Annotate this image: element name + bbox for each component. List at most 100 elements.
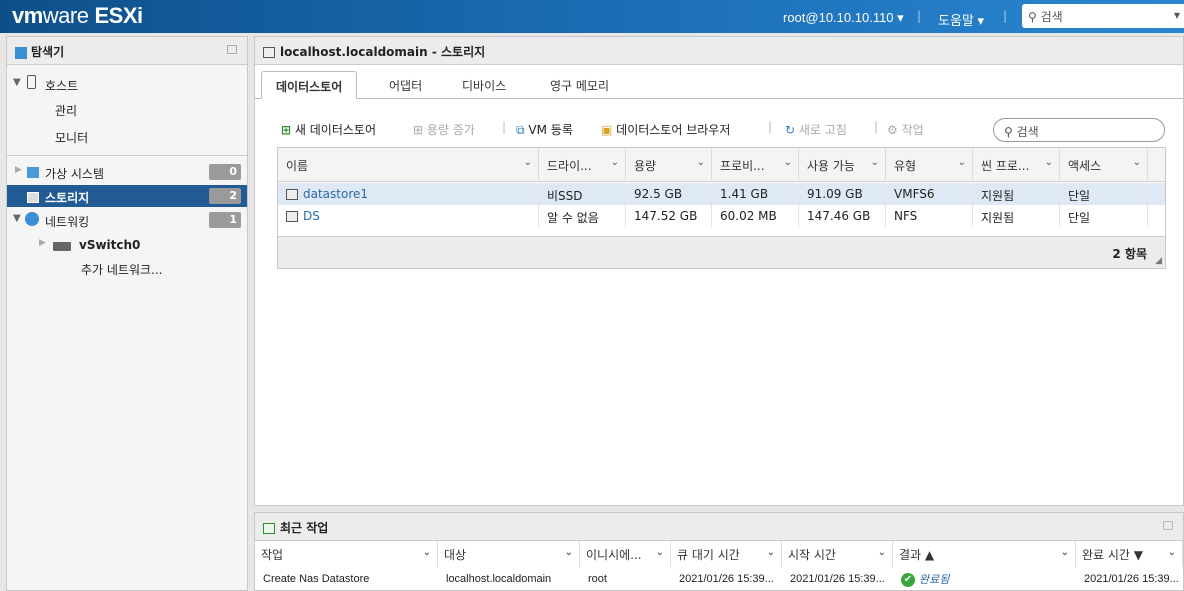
chevron-down-icon[interactable]: ⌄: [1045, 157, 1053, 168]
storage-icon: [263, 45, 280, 59]
chevron-down-icon[interactable]: ⌄: [1168, 547, 1176, 558]
vm-icon: [27, 165, 39, 179]
caret-down-icon: ▾: [897, 10, 904, 25]
increase-capacity-icon: ⊞: [413, 123, 424, 137]
nav-item-manage[interactable]: 관리: [7, 98, 247, 120]
search-icon: ⚲: [1028, 10, 1037, 24]
datastore-browser-button[interactable]: ▣ 데이터스토어 브라우저: [601, 121, 730, 138]
item-count: 2 항목: [1112, 247, 1147, 261]
nav-item-networking[interactable]: ▼ 네트워킹 1: [7, 209, 247, 231]
datastore-name-link[interactable]: DS: [303, 209, 320, 223]
task-column-result[interactable]: 결과 ▲ ⌄: [893, 541, 1076, 567]
navigator-icon: [15, 46, 27, 59]
new-datastore-icon: ⊞: [281, 123, 292, 137]
datastore-table: 이름 ⌄ 드라이... ⌄ 용량 ⌄ 프로비... ⌄ 사용 가능 ⌄ 유형 ⌄ 씬 프로.…: [277, 147, 1166, 269]
actions-button[interactable]: ⚙ 작업: [887, 121, 924, 138]
vmware-esxi-logo: vmware ESXi: [12, 3, 143, 28]
chevron-down-icon[interactable]: ⌄: [878, 547, 886, 558]
network-count-badge: 1: [209, 212, 241, 228]
task-column-queued[interactable]: 큐 대기 시간 ⌄: [671, 541, 782, 567]
column-header-provisioned[interactable]: 프로비... ⌄: [712, 148, 799, 182]
task-column-started[interactable]: 시작 시간 ⌄: [782, 541, 893, 567]
expand-arrow-icon[interactable]: ▶: [39, 238, 46, 248]
column-header-capacity[interactable]: 용량 ⌄: [626, 148, 712, 182]
nav-item-more-networks[interactable]: 추가 네트워크...: [7, 257, 247, 279]
nav-item-vswitch0[interactable]: ▶ vSwitch0: [7, 234, 247, 256]
table-cell: 단일: [1060, 205, 1148, 227]
storage-count-badge: 2: [209, 188, 241, 204]
table-row[interactable]: DS 알 수 없음 147.52 GB 60.02 MB 147.46 GB N…: [278, 205, 1165, 227]
storage-tabs: 데이터스토어 어댑터 디바이스 영구 메모리: [255, 65, 1183, 99]
task-name: Create Nas Datastore: [263, 573, 370, 585]
navigator-header: 탐색기: [7, 37, 247, 65]
chevron-down-icon[interactable]: ⌄: [871, 157, 879, 168]
nav-item-host[interactable]: ▼ 호스트: [7, 73, 247, 95]
task-column-completed[interactable]: 완료 시간 ▼ ⌄: [1076, 541, 1183, 567]
toolbar-separator: |: [874, 120, 879, 134]
chevron-down-icon[interactable]: ⌄: [423, 547, 431, 558]
chevron-down-icon[interactable]: ⌄: [524, 157, 532, 168]
nav-divider: [7, 155, 247, 156]
refresh-icon: ↻: [785, 123, 796, 137]
table-cell: 지원됨: [973, 205, 1060, 227]
refresh-button[interactable]: ↻ 새로 고침: [785, 121, 847, 138]
table-cell: NFS: [886, 205, 973, 227]
collapse-icon[interactable]: [1163, 521, 1173, 530]
navigator-panel: 탐색기 ▼ 호스트 관리 모니터 ▶ 가상 시스템 0 스토리지 2 ▼ 네트워…: [6, 36, 248, 591]
new-datastore-button[interactable]: ⊞ 새 데이터스토어: [281, 121, 376, 138]
column-header-type[interactable]: 유형 ⌄: [886, 148, 973, 182]
nav-item-monitor[interactable]: 모니터: [7, 125, 247, 147]
tab-datastores[interactable]: 데이터스토어: [261, 71, 358, 99]
expand-arrow-icon[interactable]: ▼: [13, 213, 21, 224]
table-cell: 91.09 GB: [799, 183, 886, 205]
help-menu[interactable]: 도움말 ▾: [938, 10, 984, 29]
table-header: 이름 ⌄ 드라이... ⌄ 용량 ⌄ 프로비... ⌄ 사용 가능 ⌄ 유형 ⌄ 씬 프로.…: [278, 148, 1165, 182]
column-header-free[interactable]: 사용 가능 ⌄: [799, 148, 886, 182]
tab-adapters[interactable]: 어댑터: [375, 71, 436, 99]
chevron-down-icon[interactable]: ⌄: [697, 157, 705, 168]
panel-title: localhost.localdomain - 스토리지: [255, 37, 1183, 65]
chevron-down-icon[interactable]: ⌄: [1133, 157, 1141, 168]
recent-tasks-header: 최근 작업: [255, 513, 1183, 541]
expand-arrow-icon[interactable]: ▶: [15, 165, 22, 175]
datastore-search-input[interactable]: ⚲ 검색: [993, 118, 1165, 142]
table-cell: 단일: [1060, 183, 1148, 205]
switch-icon: [53, 240, 71, 254]
column-header-name[interactable]: 이름 ⌄: [278, 148, 539, 182]
task-column-task[interactable]: 작업 ⌄: [255, 541, 438, 567]
task-column-target[interactable]: 대상 ⌄: [438, 541, 580, 567]
datastore-name-link[interactable]: datastore1: [303, 187, 368, 201]
table-cell: 비SSD: [539, 183, 626, 205]
collapse-icon[interactable]: [227, 45, 237, 54]
user-menu[interactable]: root@10.10.10.110 ▾: [783, 10, 904, 26]
chevron-down-icon[interactable]: ⌄: [611, 157, 619, 168]
task-column-initiator[interactable]: 이니시에... ⌄: [580, 541, 671, 567]
task-completed-time: 2021/01/26 15:39...: [1084, 573, 1179, 585]
host-icon: [27, 75, 36, 92]
chevron-down-icon[interactable]: ⌄: [565, 547, 573, 558]
increase-capacity-button[interactable]: ⊞ 용량 증가: [413, 121, 475, 138]
network-icon: [25, 212, 39, 229]
register-vm-button[interactable]: ⧉ VM 등록: [516, 121, 573, 138]
nav-item-storage[interactable]: 스토리지 2: [7, 185, 247, 207]
chevron-down-icon[interactable]: ⌄: [958, 157, 966, 168]
recent-tasks-panel: 최근 작업 작업 ⌄ 대상 ⌄ 이니시에... ⌄ 큐 대기 시간 ⌄ 시작 시간 ⌄ 결…: [254, 512, 1184, 591]
expand-arrow-icon[interactable]: ▼: [13, 77, 21, 88]
resize-handle-icon[interactable]: ◢: [1155, 256, 1162, 266]
folder-browse-icon: ▣: [601, 123, 613, 137]
chevron-down-icon[interactable]: ⌄: [1061, 547, 1069, 558]
header-search-input[interactable]: ⚲ 검색 ▾: [1022, 4, 1184, 28]
chevron-down-icon[interactable]: ⌄: [767, 547, 775, 558]
column-header-access[interactable]: 액세스 ⌄: [1060, 148, 1148, 182]
tab-devices[interactable]: 디바이스: [448, 71, 520, 99]
storage-icon: [27, 190, 39, 204]
datastore-icon: [286, 209, 303, 223]
tab-persistent-memory[interactable]: 영구 메모리: [536, 71, 623, 99]
chevron-down-icon[interactable]: ⌄: [656, 547, 664, 558]
nav-item-virtual-machines[interactable]: ▶ 가상 시스템 0: [7, 161, 247, 183]
table-row[interactable]: datastore1 비SSD 92.5 GB 1.41 GB 91.09 GB…: [278, 183, 1165, 205]
header-separator: |: [917, 9, 922, 23]
column-header-thin-provisioning[interactable]: 씬 프로... ⌄: [973, 148, 1060, 182]
chevron-down-icon[interactable]: ⌄: [784, 157, 792, 168]
column-header-drive-type[interactable]: 드라이... ⌄: [539, 148, 626, 182]
